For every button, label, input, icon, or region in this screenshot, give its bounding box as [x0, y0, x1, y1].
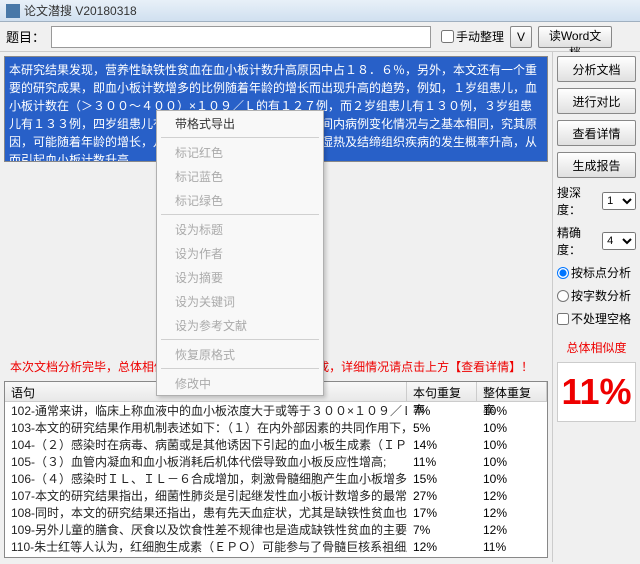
- cell-rate-sentence: 17%: [407, 506, 477, 520]
- table-row[interactable]: 108-同时，本文的研究结果还指出，患有先天血症状，尤其是缺铁性贫血也是造成血小…: [5, 504, 547, 521]
- precision-row: 精确度： 4: [557, 224, 636, 258]
- by-punct-label: 按标点分析: [571, 264, 631, 281]
- table-row[interactable]: 109-另外儿童的膳食、厌食以及饮食性差不规律也是造成缺铁性贫血的主要诱因。7%…: [5, 521, 547, 538]
- context-menu: 带格式导出 标记红色 标记蓝色 标记绿色 设为标题 设为作者 设为摘要 设为关键…: [156, 110, 324, 396]
- depth-select[interactable]: 1: [602, 192, 636, 210]
- by-word-input[interactable]: [557, 290, 569, 302]
- no-space-label: 不处理空格: [571, 310, 631, 327]
- cell-rate-overall: 10%: [477, 472, 547, 486]
- analyze-button[interactable]: 分析文档: [557, 56, 636, 82]
- cell-sentence: 102-通常来讲，临床上称血液中的血小板浓度大于或等于３００×１０９／Ｌ的情况称…: [5, 402, 407, 419]
- window-title: 论文潜搜 V20180318: [24, 2, 137, 19]
- topbar: 题目： 手动整理 V 读Word文档: [0, 22, 640, 52]
- table-row[interactable]: 102-通常来讲，临床上称血液中的血小板浓度大于或等于３００×１０９／Ｌ的情况称…: [5, 402, 547, 419]
- sidebar: 分析文档 进行对比 查看详情 生成报告 搜深度： 1 精确度： 4 按标点分析 …: [552, 52, 640, 562]
- cell-rate-overall: 13%: [477, 557, 547, 558]
- cell-sentence: 107-本文的研究结果指出，细菌性肺炎是引起继发性血小板计数增多的最常见因素，考…: [5, 487, 407, 504]
- menu-export[interactable]: 带格式导出: [157, 111, 323, 135]
- cell-rate-sentence: 11%: [407, 455, 477, 469]
- menu-as-author[interactable]: 设为作者: [157, 241, 323, 265]
- cell-rate-sentence: 14%: [407, 438, 477, 452]
- subject-input[interactable]: [51, 26, 431, 48]
- details-button[interactable]: 查看详情: [557, 120, 636, 146]
- table-body: 102-通常来讲，临床上称血液中的血小板浓度大于或等于３００×１０９／Ｌ的情况称…: [5, 402, 547, 557]
- menu-sep: [161, 339, 319, 340]
- cell-sentence: 106-（４）感染时ＩＬ、ＩＬ－６合成增加，刺激骨髓细胞产生血小板增多【４】。: [5, 470, 407, 487]
- subject-label: 题目：: [6, 27, 45, 46]
- read-word-button[interactable]: 读Word文档: [538, 26, 612, 48]
- overall-value: 11%: [557, 362, 636, 422]
- manual-organize-label: 手动整理: [456, 28, 504, 45]
- depth-label: 搜深度：: [557, 184, 602, 218]
- cell-sentence: 108-同时，本文的研究结果还指出，患有先天血症状，尤其是缺铁性贫血也是造成血小…: [5, 504, 407, 521]
- menu-mark-green[interactable]: 标记绿色: [157, 188, 323, 212]
- table-row[interactable]: 103-本文的研究结果作用机制表述如下：（１）在内外部因素的共同作用下，体内的目…: [5, 419, 547, 436]
- cell-sentence: 104-（２）感染时在病毒、病菌或是其他诱因下引起的血小板生成素（ＩＰＯ）的含量…: [5, 436, 407, 453]
- menu-restore[interactable]: 恢复原格式: [157, 342, 323, 366]
- cell-sentence: 105-（３）血管内凝血和血小板消耗后机体代偿导致血小板反应性增高;: [5, 453, 407, 470]
- cell-rate-overall: 10%: [477, 455, 547, 469]
- cell-rate-sentence: 33%: [407, 557, 477, 558]
- cell-rate-sentence: 7%: [407, 404, 477, 418]
- by-punct-radio[interactable]: 按标点分析: [557, 264, 636, 281]
- overall-label: 总体相似度: [557, 339, 636, 356]
- menu-sep: [161, 214, 319, 215]
- menu-as-title[interactable]: 设为标题: [157, 217, 323, 241]
- cell-rate-overall: 10%: [477, 421, 547, 435]
- by-punct-input[interactable]: [557, 267, 569, 279]
- report-button[interactable]: 生成报告: [557, 152, 636, 178]
- table-row[interactable]: 111-本研究结果发现，营养性缺铁性贫血在血小板计数升高原因中占１８．６％，另外…: [5, 555, 547, 557]
- by-word-radio[interactable]: 按字数分析: [557, 287, 636, 304]
- cell-sentence: 110-朱士红等人认为，红细胞生成素（ＥＰＯ）可能参与了骨髓巨核系祖细胞增殖和分…: [5, 538, 407, 555]
- no-space-input[interactable]: [557, 313, 569, 325]
- cell-rate-overall: 10%: [477, 404, 547, 418]
- compare-button[interactable]: 进行对比: [557, 88, 636, 114]
- no-space-checkbox[interactable]: 不处理空格: [557, 310, 636, 327]
- v-button[interactable]: V: [510, 26, 532, 48]
- depth-row: 搜深度： 1: [557, 184, 636, 218]
- cell-sentence: 111-本研究结果发现，营养性缺铁性贫血在血小板计数升高原因中占１８．６％，另外…: [5, 555, 407, 557]
- cell-rate-overall: 12%: [477, 506, 547, 520]
- table-row[interactable]: 105-（３）血管内凝血和血小板消耗后机体代偿导致血小板反应性增高;11%10%: [5, 453, 547, 470]
- cell-rate-sentence: 27%: [407, 489, 477, 503]
- cell-rate-sentence: 7%: [407, 523, 477, 537]
- menu-mark-red[interactable]: 标记红色: [157, 140, 323, 164]
- cell-sentence: 103-本文的研究结果作用机制表述如下：（１）在内外部因素的共同作用下，体内的目…: [5, 419, 407, 436]
- cell-sentence: 109-另外儿童的膳食、厌食以及饮食性差不规律也是造成缺铁性贫血的主要诱因。: [5, 521, 407, 538]
- col-rate-overall: 整体重复率: [477, 382, 547, 401]
- manual-organize-input[interactable]: [441, 30, 454, 43]
- titlebar: 论文潜搜 V20180318: [0, 0, 640, 22]
- cell-rate-overall: 12%: [477, 523, 547, 537]
- manual-organize-checkbox[interactable]: 手动整理: [441, 28, 504, 45]
- col-rate-sentence: 本句重复率: [407, 382, 477, 401]
- by-word-label: 按字数分析: [571, 287, 631, 304]
- precision-select[interactable]: 4: [602, 232, 636, 250]
- cell-rate-overall: 12%: [477, 489, 547, 503]
- precision-label: 精确度：: [557, 224, 602, 258]
- menu-sep: [161, 368, 319, 369]
- cell-rate-sentence: 5%: [407, 421, 477, 435]
- table-row[interactable]: 106-（４）感染时ＩＬ、ＩＬ－６合成增加，刺激骨髓细胞产生血小板增多【４】。1…: [5, 470, 547, 487]
- cell-rate-sentence: 12%: [407, 540, 477, 554]
- cell-rate-overall: 11%: [477, 540, 547, 554]
- menu-as-abstract[interactable]: 设为摘要: [157, 265, 323, 289]
- results-table: 语句 本句重复率 整体重复率 102-通常来讲，临床上称血液中的血小板浓度大于或…: [4, 381, 548, 558]
- menu-mark-blue[interactable]: 标记蓝色: [157, 164, 323, 188]
- menu-as-keyword[interactable]: 设为关键词: [157, 289, 323, 313]
- menu-modifying[interactable]: 修改中: [157, 371, 323, 395]
- table-row[interactable]: 107-本文的研究结果指出，细菌性肺炎是引起继发性血小板计数增多的最常见因素，考…: [5, 487, 547, 504]
- cell-rate-sentence: 15%: [407, 472, 477, 486]
- table-row[interactable]: 104-（２）感染时在病毒、病菌或是其他诱因下引起的血小板生成素（ＩＰＯ）的含量…: [5, 436, 547, 453]
- cell-rate-overall: 10%: [477, 438, 547, 452]
- app-icon: [6, 4, 20, 18]
- menu-as-ref[interactable]: 设为参考文献: [157, 313, 323, 337]
- table-row[interactable]: 110-朱士红等人认为，红细胞生成素（ＥＰＯ）可能参与了骨髓巨核系祖细胞增殖和分…: [5, 538, 547, 555]
- menu-sep: [161, 137, 319, 138]
